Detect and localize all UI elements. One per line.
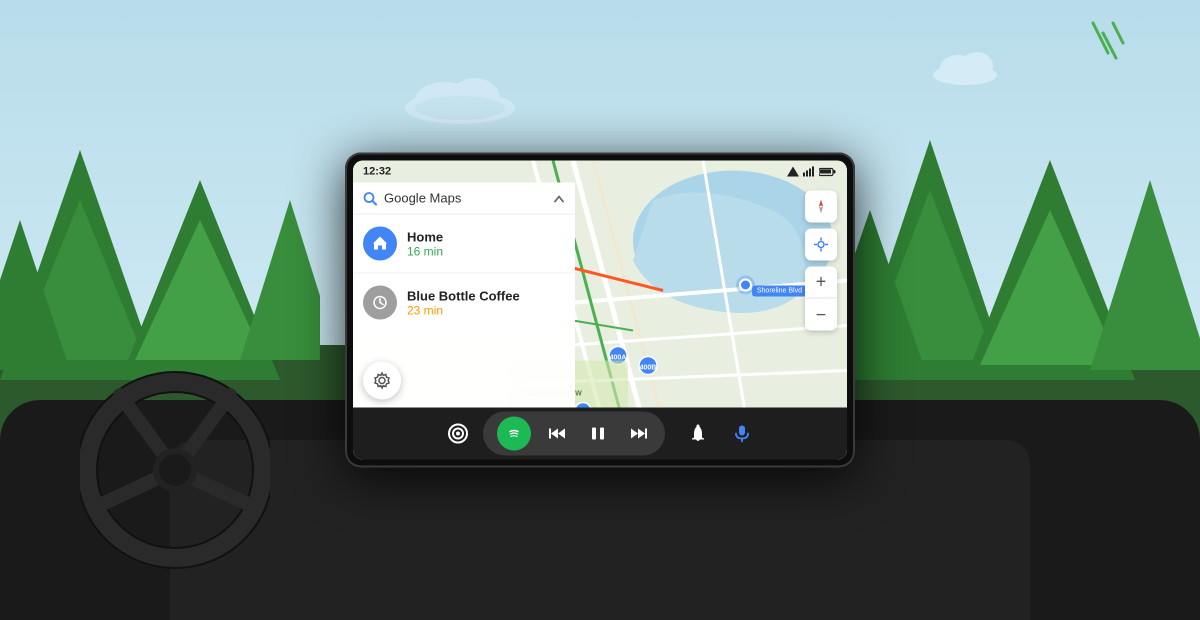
status-icons (787, 167, 837, 177)
crosshair-icon (813, 237, 829, 253)
scene: 400A 400B GREENMEADOW 399B Shoreline Blv… (0, 0, 1200, 620)
prev-icon (549, 425, 567, 443)
coffee-time: 23 min (407, 303, 520, 317)
home-icon (372, 236, 388, 252)
home-name: Home (407, 229, 443, 244)
search-bar[interactable]: Google Maps (353, 183, 575, 215)
nav-bar (353, 408, 847, 460)
status-time: 12:32 (363, 166, 391, 178)
bell-icon (688, 424, 708, 444)
bell-button[interactable] (679, 415, 717, 453)
spotify-icon (505, 425, 523, 443)
steering-wheel (80, 365, 270, 580)
trees-right (850, 130, 1200, 425)
mic-icon (732, 424, 752, 444)
search-icon (363, 191, 377, 205)
gear-icon (373, 372, 391, 390)
compass-icon (813, 199, 829, 215)
prev-track-button[interactable] (545, 421, 571, 447)
zoom-in-button[interactable]: + (805, 267, 837, 299)
cloud-small (930, 50, 1000, 90)
map-controls: + − (805, 191, 837, 331)
map-label-shoreline: Shoreline Blvd (752, 286, 807, 297)
next-icon (629, 425, 647, 443)
cloud (400, 70, 520, 130)
signal-icon (787, 167, 799, 177)
zoom-out-button[interactable]: − (805, 299, 837, 331)
wifi-icon (802, 167, 816, 177)
pause-button[interactable] (585, 421, 611, 447)
deco-lines (1058, 18, 1128, 88)
chevron-up-icon (553, 192, 565, 204)
android-icon (447, 423, 469, 445)
coffee-icon-circle (363, 286, 397, 320)
destination-coffee[interactable]: Blue Bottle Coffee 23 min (353, 274, 575, 332)
screen-bezel: 400A 400B GREENMEADOW 399B Shoreline Blv… (345, 153, 855, 468)
history-icon (372, 295, 388, 311)
home-time: 16 min (407, 244, 443, 258)
android-auto-screen: 400A 400B GREENMEADOW 399B Shoreline Blv… (353, 161, 847, 460)
coffee-info: Blue Bottle Coffee 23 min (407, 288, 520, 317)
settings-button[interactable] (363, 362, 401, 400)
battery-icon (819, 167, 837, 177)
media-controls-group (483, 412, 665, 456)
coffee-name: Blue Bottle Coffee (407, 288, 520, 303)
microphone-button[interactable] (723, 415, 761, 453)
next-track-button[interactable] (625, 421, 651, 447)
home-icon-circle (363, 227, 397, 261)
pause-icon (589, 425, 607, 443)
spotify-button[interactable] (497, 417, 531, 451)
svg-text:400B: 400B (640, 365, 657, 372)
search-label: Google Maps (384, 191, 546, 206)
android-auto-button[interactable] (439, 415, 477, 453)
destination-home[interactable]: Home 16 min (353, 215, 575, 274)
home-info: Home 16 min (407, 229, 443, 258)
location-button[interactable] (805, 229, 837, 261)
status-bar: 12:32 (353, 161, 847, 183)
location-dot (739, 279, 752, 292)
compass-button[interactable] (805, 191, 837, 223)
svg-text:400A: 400A (610, 355, 627, 362)
